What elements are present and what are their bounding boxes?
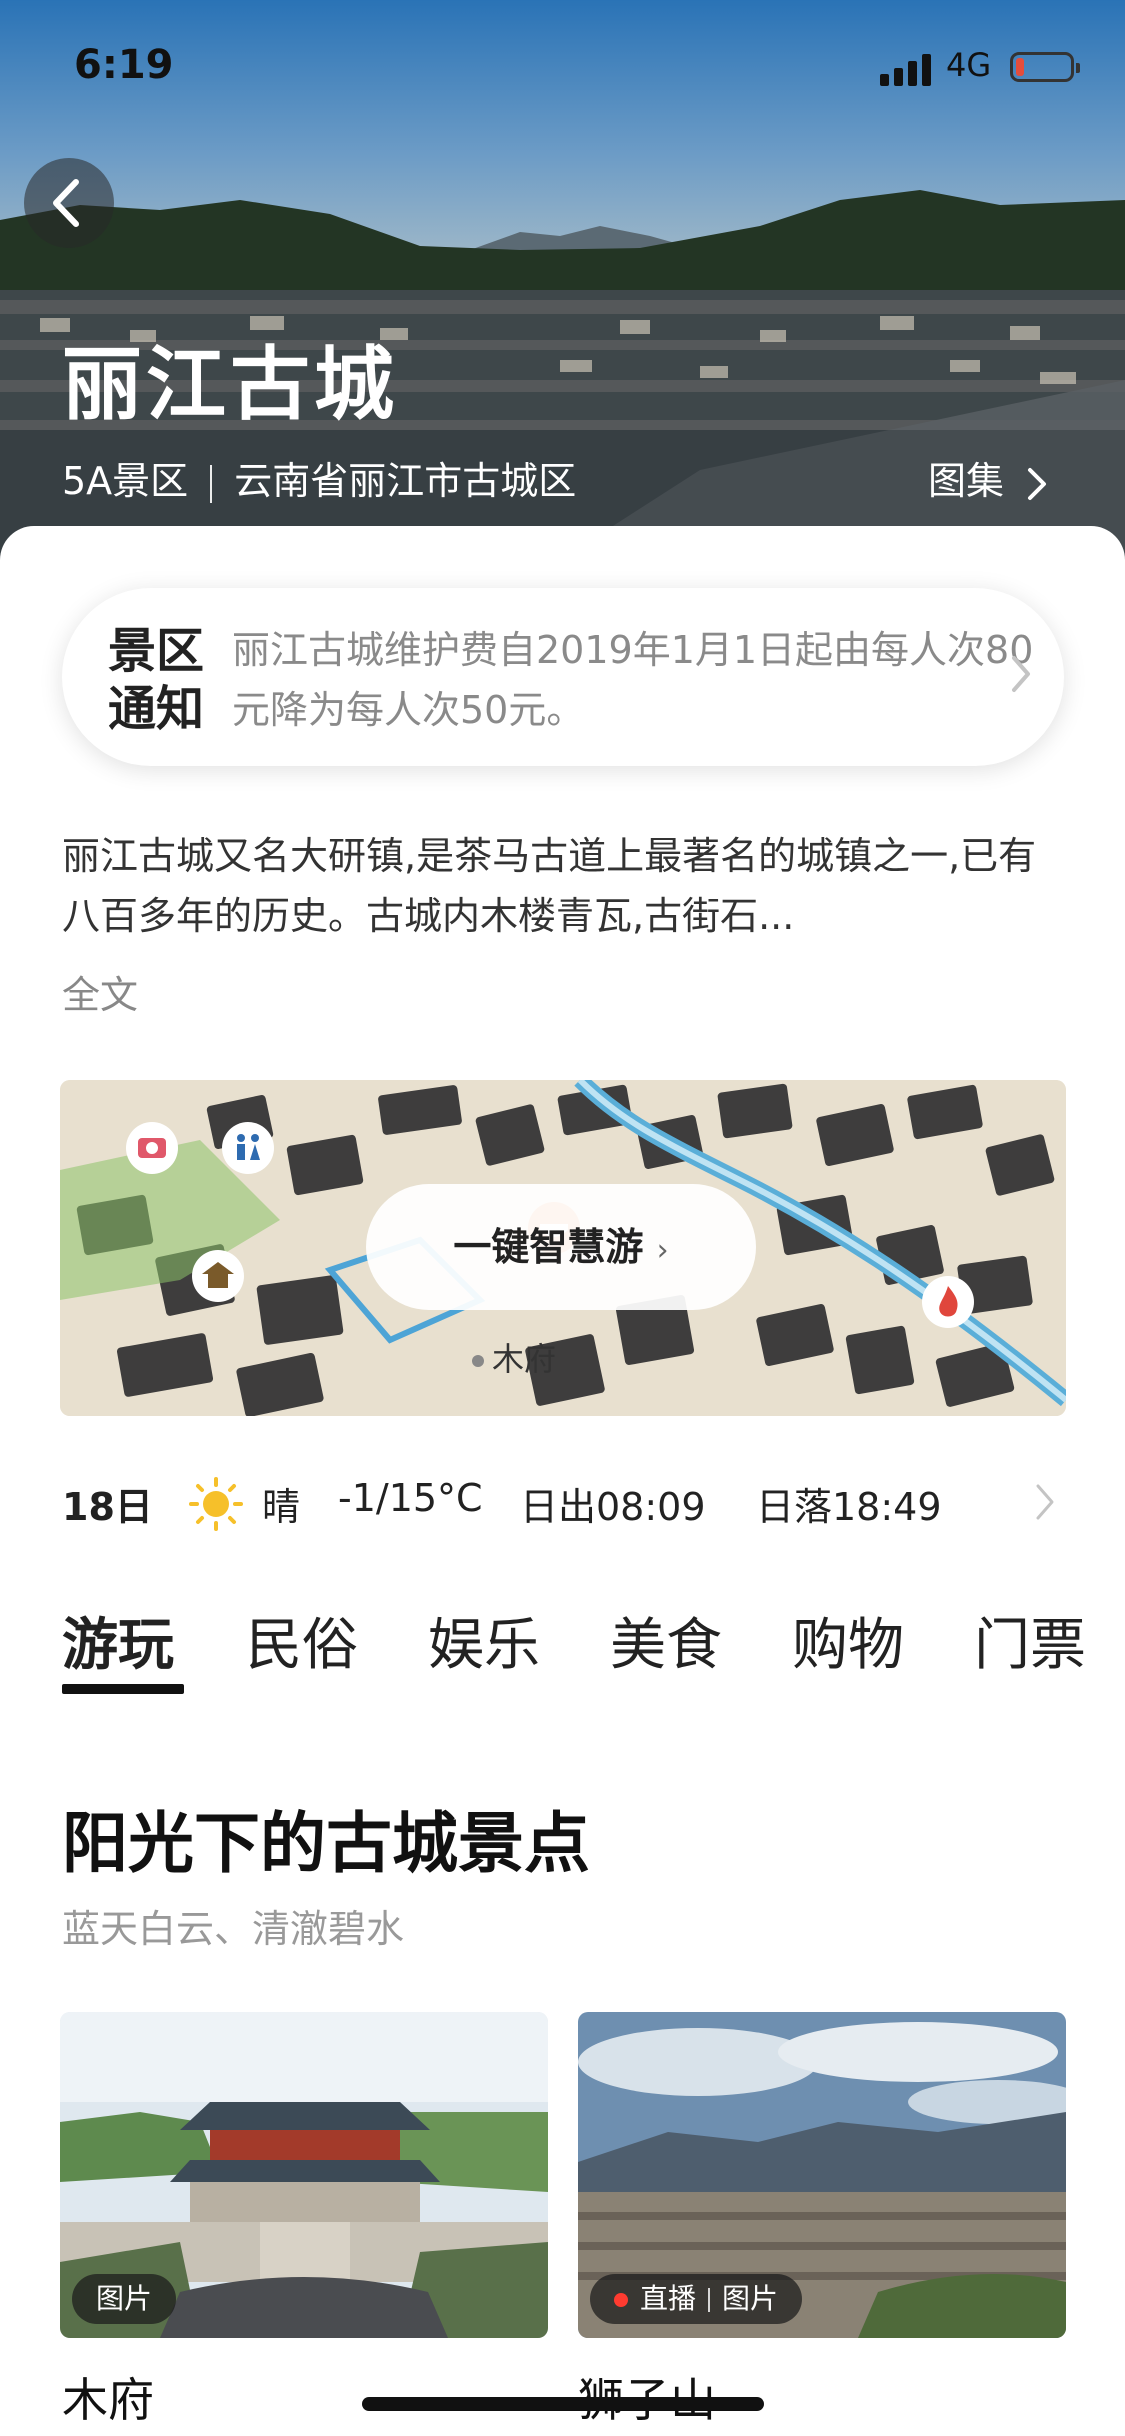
section-subtitle: 蓝天白云、清澈碧水 — [62, 1907, 405, 1951]
back-button[interactable] — [24, 158, 114, 248]
badge-live-label: 直播 — [640, 2282, 697, 2315]
fire-icon[interactable] — [920, 1274, 976, 1330]
home-indicator[interactable] — [362, 2397, 764, 2411]
section-title: 阳光下的古城景点 — [62, 1805, 590, 1882]
category-tabs: 游玩 民俗 娱乐 美食 购物 门票 — [62, 1600, 1125, 1700]
status-time: 6:19 — [74, 42, 174, 88]
gallery-link[interactable]: 图集 — [928, 450, 1052, 505]
attraction-name[interactable]: 木府 — [62, 2364, 154, 2430]
weather-date: 18日 — [62, 1485, 153, 1529]
sunrise-time: 日出08:09 — [520, 1485, 706, 1529]
tab-entertainment[interactable]: 娱乐 — [428, 1600, 540, 1681]
tab-food[interactable]: 美食 — [610, 1600, 722, 1681]
map-place-name: 木府 — [492, 1340, 557, 1378]
live-dot-icon — [614, 2293, 628, 2307]
full-text-link[interactable]: 全文 — [62, 964, 138, 1019]
divider — [708, 2288, 711, 2312]
smart-tour-label: 一键智慧游 — [453, 1225, 644, 1269]
chevron-right-icon — [1036, 1484, 1054, 1520]
badge-photo-label: 图片 — [722, 2282, 779, 2315]
attraction-card-mufu[interactable]: 图片 — [60, 2012, 548, 2338]
weather-temperature: -1/15°C — [338, 1476, 483, 1520]
temple-icon[interactable] — [190, 1248, 246, 1304]
media-badge: 直播 图片 — [590, 2274, 803, 2324]
status-bar: 6:19 4G — [0, 42, 1125, 98]
smart-tour-map[interactable]: 一键智慧游 › 木府 — [60, 1080, 1066, 1416]
signal-icon — [880, 54, 931, 86]
tab-folk-customs[interactable]: 民俗 — [246, 1600, 358, 1681]
restroom-icon[interactable] — [220, 1120, 276, 1176]
divider — [210, 464, 213, 503]
weather-condition: 晴 — [262, 1485, 301, 1529]
network-type: 4G — [946, 46, 992, 84]
map-place-label: 木府 — [472, 1334, 556, 1380]
chevron-right-icon: › — [656, 1233, 669, 1268]
tab-shopping[interactable]: 购物 — [792, 1600, 904, 1681]
tab-play[interactable]: 游玩 — [62, 1600, 174, 1681]
chevron-right-icon — [1012, 656, 1030, 692]
smart-tour-button[interactable]: 一键智慧游 › — [366, 1184, 756, 1310]
scenic-location: 云南省丽江市古城区 — [234, 459, 577, 503]
scenic-info: 5A景区 云南省丽江市古城区 — [62, 450, 576, 505]
map-pin-dot-icon — [472, 1355, 484, 1367]
tab-tickets[interactable]: 门票 — [974, 1600, 1086, 1681]
page-title: 丽江古城 — [62, 338, 398, 431]
battery-icon — [1010, 52, 1080, 82]
chevron-left-icon — [53, 179, 79, 227]
chevron-right-icon — [1028, 467, 1047, 500]
camera-icon[interactable] — [124, 1120, 180, 1176]
badge-photo-label: 图片 — [96, 2282, 153, 2315]
weather-bar[interactable]: 18日 晴 -1/15°C 日出08:09 日落18:49 — [62, 1470, 1062, 1531]
intro-text: 丽江古城又名大研镇,是茶马古道上最著名的城镇之一,已有八百多年的历史。古城内木楼… — [62, 834, 1037, 938]
media-badge: 图片 — [72, 2274, 177, 2324]
active-tab-indicator — [62, 1684, 184, 1694]
scenic-notice-card[interactable]: 景区通知 丽江古城维护费自2019年1月1日起由每人次80元降为每人次50元。 — [62, 588, 1064, 766]
notice-tag: 景区通知 — [108, 623, 205, 737]
attraction-card-lion-hill[interactable]: 直播 图片 — [578, 2012, 1066, 2338]
notice-text: 丽江古城维护费自2019年1月1日起由每人次80元降为每人次50元。 — [232, 628, 1034, 732]
sun-icon — [189, 1477, 243, 1531]
scenic-level: 5A景区 — [62, 459, 189, 503]
gallery-label: 图集 — [928, 459, 1005, 503]
sunset-time: 日落18:49 — [756, 1485, 942, 1529]
